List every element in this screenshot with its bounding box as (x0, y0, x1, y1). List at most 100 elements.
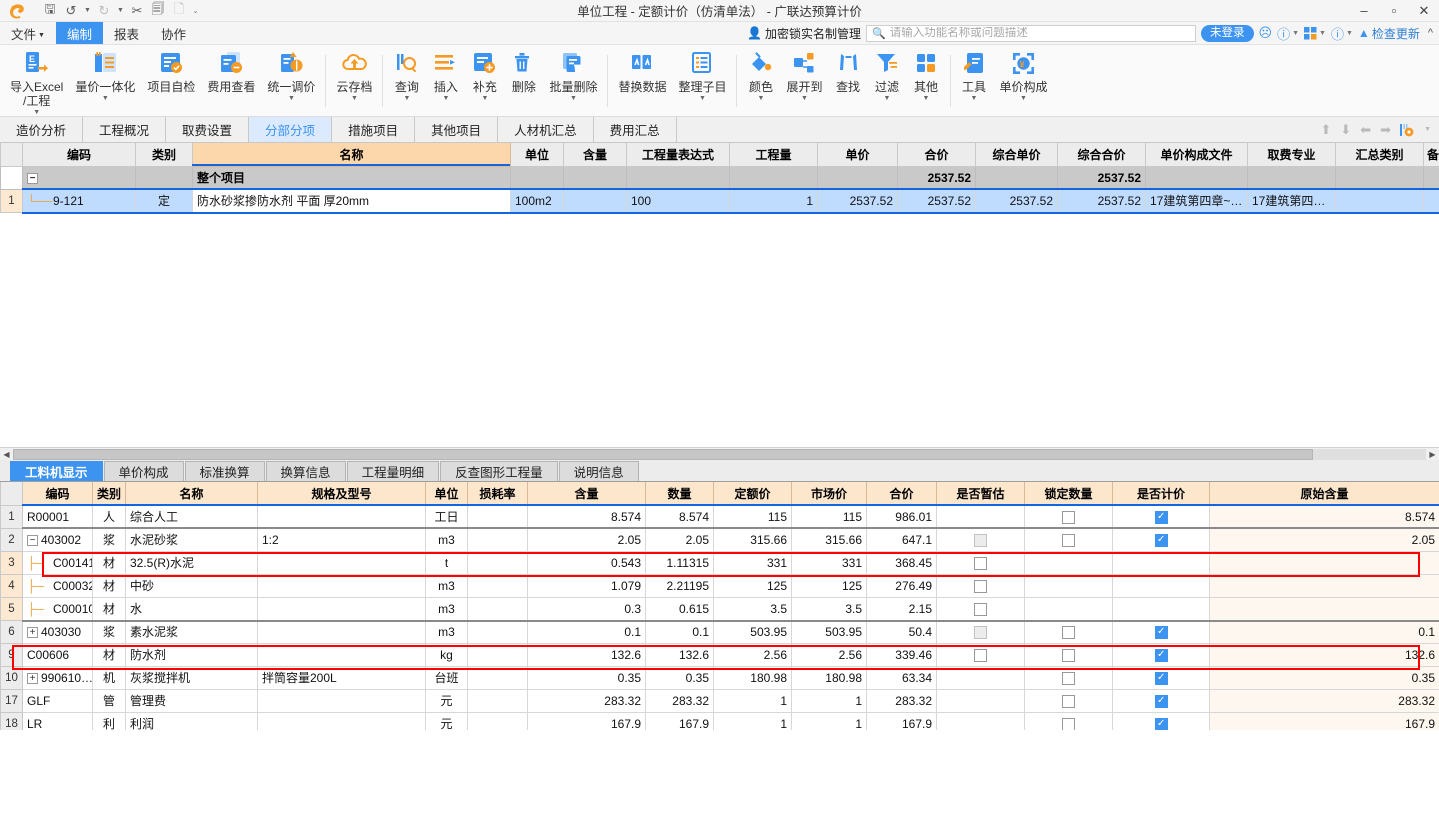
collapse-expander-icon[interactable]: − (27, 534, 38, 546)
cell-is-provisional[interactable] (936, 527, 1025, 552)
cell-quantity-expression[interactable] (626, 165, 730, 190)
cell-original-content[interactable]: 2.05 (1209, 527, 1439, 552)
cell-original-content[interactable] (1209, 550, 1439, 575)
table-row[interactable]: 1R00001人综合人工工日8.5748.574115115986.018.57… (0, 504, 1439, 529)
cell-code[interactable]: ├─ C00032 (22, 573, 93, 598)
ribbon-button-import-excel[interactable]: E 导入Excel /工程 ▼ (4, 45, 69, 117)
arrow-down-icon[interactable]: ⬇ (1340, 122, 1351, 138)
ribbon-button-quantity-price[interactable]: 量价一体化 ▼ (69, 45, 141, 103)
tab-reverse-graphic-quantity[interactable]: 反查图形工程量 (440, 461, 558, 481)
cell-name[interactable]: 利润 (125, 711, 258, 730)
cell-unit-price[interactable]: 2537.52 (817, 188, 898, 213)
cell-unit[interactable]: kg (425, 642, 468, 667)
table-row[interactable]: 3 ├─ C00141 材 32.5(R)水泥 t 0.543 1.11315 331 331 36… (0, 550, 1439, 575)
is-priced-checkbox[interactable] (1154, 533, 1168, 547)
col-total-price[interactable]: 合价 (866, 482, 937, 506)
cell-quota-price[interactable]: 180.98 (713, 665, 792, 690)
check-update-button[interactable]: ▲ 检查更新 (1358, 25, 1420, 42)
cell-unit[interactable]: m3 (425, 527, 468, 552)
ribbon-button-batch-delete[interactable]: 批量删除 ▼ (543, 45, 603, 103)
qat-more-icon[interactable]: ⌄ (190, 1, 201, 20)
close-button[interactable]: ✕ (1409, 0, 1439, 22)
cell-name[interactable]: 综合人工 (125, 504, 258, 529)
chevron-down-icon[interactable]: ▼ (351, 95, 358, 103)
col-content[interactable]: 含量 (527, 482, 646, 506)
cell-content[interactable]: 2.05 (527, 527, 646, 552)
maximize-button[interactable]: ▫ (1379, 0, 1409, 22)
minimize-button[interactable]: – (1349, 0, 1379, 22)
cell-total-price[interactable]: 986.01 (866, 504, 937, 529)
collapse-ribbon-icon[interactable]: ^ (1428, 27, 1433, 39)
cell-summary-category[interactable] (1335, 165, 1424, 190)
chevron-down-icon[interactable]: ▼ (570, 95, 577, 103)
table-row[interactable]: − 整个项目 2537.52 2537.52 (0, 165, 1439, 190)
scroll-left-icon[interactable]: ◀ (0, 450, 13, 459)
is-priced-checkbox[interactable] (1154, 717, 1168, 730)
col-rownum[interactable] (0, 143, 23, 167)
cell-quantity-expression[interactable]: 100 (626, 188, 730, 213)
lock-quantity-checkbox[interactable] (1062, 671, 1075, 685)
cell-market-price[interactable]: 503.95 (791, 619, 867, 644)
table-row[interactable]: 5 ├─ C00010 材水 m3 0.3 0.615 3.5 3.5 2.15 (0, 596, 1439, 621)
cell-name[interactable]: 灰浆搅拌机 (125, 665, 258, 690)
cell-category[interactable]: 材 (92, 596, 126, 621)
col-comprehensive-unit-price[interactable]: 综合单价 (975, 143, 1058, 167)
cell-content[interactable]: 132.6 (527, 642, 646, 667)
cell-content[interactable] (563, 165, 627, 190)
ribbon-button-cloud-archive[interactable]: 云存档 ▼ (330, 45, 378, 103)
cell-quantity[interactable]: 1 (729, 188, 818, 213)
table-row[interactable]: 18LR利利润元167.9167.911167.9167.9 (0, 711, 1439, 730)
ribbon-button-replace-data[interactable]: 替换数据 (612, 45, 672, 94)
cell-comprehensive-unit-price[interactable]: 2537.52 (975, 188, 1058, 213)
cell-loss-rate[interactable] (467, 711, 528, 730)
cell-quota-price[interactable]: 503.95 (713, 619, 792, 644)
scroll-track[interactable] (13, 448, 1426, 460)
cell-category[interactable]: 材 (92, 573, 126, 598)
tab-labor-material-summary[interactable]: 人材机汇总 (498, 117, 594, 142)
cell-is-priced[interactable] (1112, 573, 1210, 598)
menu-item-file[interactable]: 文件 ▼ (0, 22, 56, 44)
cell-content[interactable]: 0.1 (527, 619, 646, 644)
cell-quota-price[interactable]: 1 (713, 711, 792, 730)
ribbon-button-unified-price[interactable]: 统一调价 ▼ (261, 45, 321, 103)
cell-quota-price[interactable]: 331 (713, 550, 792, 575)
cell-category[interactable]: 材 (92, 550, 126, 575)
ribbon-button-other[interactable]: 其他 ▼ (907, 45, 946, 103)
tab-description-info[interactable]: 说明信息 (558, 461, 639, 481)
cell-market-price[interactable]: 3.5 (791, 596, 867, 621)
lock-quantity-checkbox[interactable] (1062, 625, 1075, 639)
cell-category[interactable]: 浆 (92, 619, 126, 644)
lock-quantity-checkbox[interactable] (1062, 717, 1075, 730)
col-quota-price[interactable]: 定额价 (713, 482, 792, 506)
cell-original-content[interactable]: 167.9 (1209, 711, 1439, 730)
scroll-thumb[interactable] (13, 448, 1313, 460)
cell-remark[interactable] (1423, 188, 1439, 213)
cell-name[interactable]: 管理费 (125, 688, 258, 713)
cell-is-priced[interactable] (1112, 688, 1210, 713)
expand-expander-icon[interactable]: + (27, 626, 38, 638)
cell-name[interactable]: 防水砂浆掺防水剂 平面 厚20mm (192, 188, 511, 213)
cell-name[interactable]: 32.5(R)水泥 (125, 550, 258, 575)
cell-category[interactable]: 人 (92, 504, 126, 529)
paste-icon[interactable]: 🗋 (169, 1, 189, 20)
cell-content[interactable]: 1.079 (527, 573, 646, 598)
col-is-provisional[interactable]: 是否暂估 (936, 482, 1025, 506)
redo-icon[interactable]: ↻ (94, 1, 114, 20)
info-icon[interactable]: ⓘ ▼ (1331, 24, 1353, 43)
ribbon-button-insert[interactable]: 插入 ▼ (426, 45, 465, 103)
col-market-price[interactable]: 市场价 (791, 482, 867, 506)
chevron-down-icon[interactable]: ▼ (758, 95, 765, 103)
cell-spec-model[interactable] (257, 711, 426, 730)
redo-caret-icon[interactable]: ▼ (115, 1, 126, 20)
undo-icon[interactable]: ↺ (61, 1, 81, 20)
cell-unit[interactable]: 台班 (425, 665, 468, 690)
cell-is-priced[interactable] (1112, 711, 1210, 730)
col-lock-quantity[interactable]: 锁定数量 (1024, 482, 1113, 506)
cell-loss-rate[interactable] (467, 642, 528, 667)
cell-price-composition-file[interactable] (1145, 165, 1248, 190)
search-box[interactable]: 🔍 (866, 24, 1197, 42)
cell-category[interactable]: 定 (135, 188, 193, 213)
cell-name[interactable]: 水 (125, 596, 258, 621)
cell-is-provisional[interactable] (936, 596, 1025, 621)
cell-code[interactable]: −403002 (22, 527, 93, 552)
